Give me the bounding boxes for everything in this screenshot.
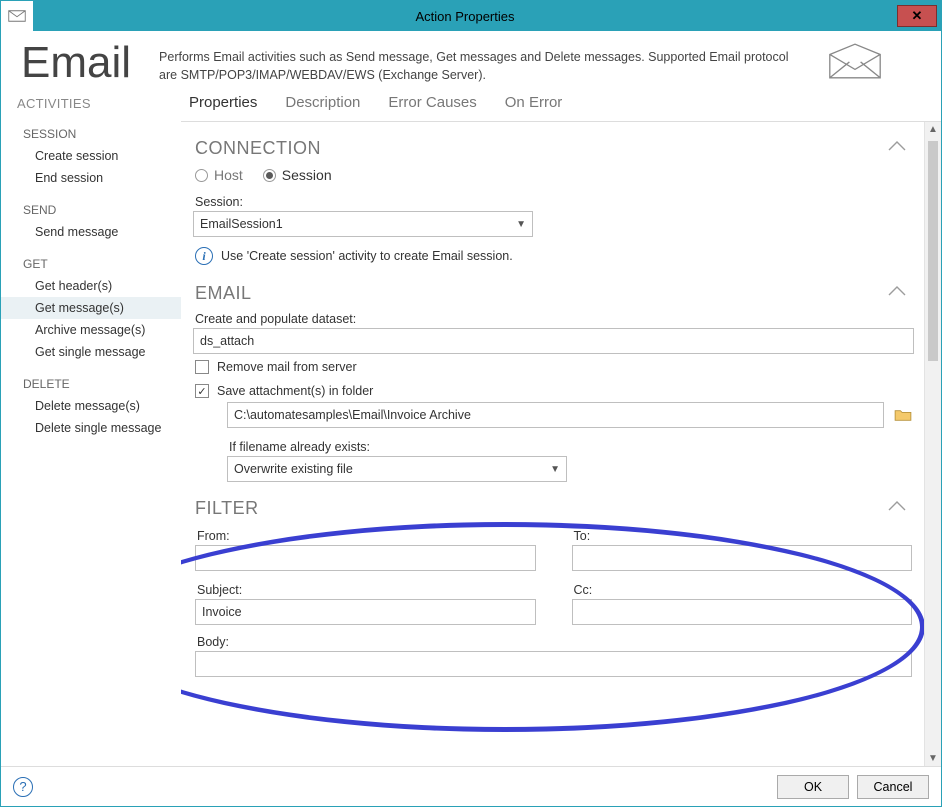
sidebar-group-get: GET <box>1 251 181 275</box>
sidebar-item-get-messages[interactable]: Get message(s) <box>1 297 181 319</box>
window-title: Action Properties <box>33 9 897 24</box>
chevron-up-icon <box>886 139 908 158</box>
subject-input[interactable] <box>195 599 536 625</box>
folder-icon <box>894 408 912 422</box>
from-label: From: <box>195 525 536 545</box>
envelope-icon <box>8 9 26 23</box>
activities-sidebar: ACTIVITIES SESSION Create session End se… <box>1 92 181 766</box>
scroll-thumb[interactable] <box>928 141 938 361</box>
help-button[interactable]: ? <box>13 777 33 797</box>
titlebar: Action Properties ✕ <box>1 1 941 31</box>
radio-icon <box>195 169 208 182</box>
sidebar-item-delete-messages[interactable]: Delete message(s) <box>1 395 181 417</box>
cc-label: Cc: <box>572 579 913 599</box>
chevron-up-icon <box>886 284 908 303</box>
tab-bar: Properties Description Error Causes On E… <box>181 92 941 121</box>
caret-down-icon: ▼ <box>516 219 526 230</box>
filename-exists-value: Overwrite existing file <box>234 462 353 476</box>
close-icon: ✕ <box>912 8 923 24</box>
page-title: Email <box>21 41 131 85</box>
page-description: Performs Email activities such as Send m… <box>159 41 799 84</box>
sidebar-group-send: SEND <box>1 197 181 221</box>
vertical-scrollbar[interactable]: ▲ ▼ <box>924 122 941 766</box>
cc-input[interactable] <box>572 599 913 625</box>
filename-exists-label: If filename already exists: <box>227 436 914 456</box>
attachments-folder-input[interactable] <box>227 402 884 428</box>
section-filter-header[interactable]: FILTER <box>193 492 914 523</box>
caret-down-icon: ▼ <box>550 464 560 475</box>
scroll-track[interactable] <box>925 137 941 751</box>
info-icon: i <box>195 247 213 265</box>
section-email-header[interactable]: EMAIL <box>193 277 914 308</box>
save-attachments-checkbox[interactable] <box>195 384 209 398</box>
save-attachments-label: Save attachment(s) in folder <box>217 384 373 398</box>
sidebar-item-get-headers[interactable]: Get header(s) <box>1 275 181 297</box>
remove-mail-label: Remove mail from server <box>217 360 357 374</box>
ok-button[interactable]: OK <box>777 775 849 799</box>
subject-label: Subject: <box>195 579 536 599</box>
session-label: Session: <box>193 191 914 211</box>
tab-error-causes[interactable]: Error Causes <box>388 94 476 111</box>
sidebar-group-delete: DELETE <box>1 371 181 395</box>
dialog-footer: ? OK Cancel <box>1 766 941 806</box>
properties-panel: CONNECTION Host Session Session: EmailSe… <box>181 122 924 766</box>
session-select[interactable]: EmailSession1 ▼ <box>193 211 533 237</box>
scroll-up-arrow[interactable]: ▲ <box>928 122 938 137</box>
sidebar-item-get-single-message[interactable]: Get single message <box>1 341 181 363</box>
to-label: To: <box>572 525 913 545</box>
sidebar-item-create-session[interactable]: Create session <box>1 145 181 167</box>
sidebar-item-end-session[interactable]: End session <box>1 167 181 189</box>
sidebar-item-archive-messages[interactable]: Archive message(s) <box>1 319 181 341</box>
scroll-down-arrow[interactable]: ▼ <box>928 751 938 766</box>
header: Email Performs Email activities such as … <box>1 31 941 92</box>
body-input[interactable] <box>195 651 912 677</box>
sidebar-item-send-message[interactable]: Send message <box>1 221 181 243</box>
sidebar-item-delete-single-message[interactable]: Delete single message <box>1 417 181 439</box>
radio-host[interactable]: Host <box>195 167 243 183</box>
close-button[interactable]: ✕ <box>897 5 937 27</box>
radio-session[interactable]: Session <box>263 167 332 183</box>
radio-icon <box>263 169 276 182</box>
filename-exists-select[interactable]: Overwrite existing file ▼ <box>227 456 567 482</box>
dataset-input[interactable] <box>193 328 914 354</box>
section-email-label: EMAIL <box>195 283 252 304</box>
app-icon <box>1 1 33 31</box>
cancel-button[interactable]: Cancel <box>857 775 929 799</box>
browse-folder-button[interactable] <box>892 404 914 426</box>
tab-description[interactable]: Description <box>285 94 360 111</box>
from-input[interactable] <box>195 545 536 571</box>
tab-properties[interactable]: Properties <box>189 94 257 111</box>
section-filter-label: FILTER <box>195 498 259 519</box>
dataset-label: Create and populate dataset: <box>193 308 914 328</box>
session-value: EmailSession1 <box>200 217 283 231</box>
to-input[interactable] <box>572 545 913 571</box>
chevron-up-icon <box>886 499 908 518</box>
envelope-large-icon <box>827 41 883 86</box>
session-hint: Use 'Create session' activity to create … <box>221 249 513 263</box>
section-connection-label: CONNECTION <box>195 138 321 159</box>
remove-mail-checkbox[interactable] <box>195 360 209 374</box>
tab-on-error[interactable]: On Error <box>505 94 563 111</box>
sidebar-title: ACTIVITIES <box>1 92 181 121</box>
sidebar-group-session: SESSION <box>1 121 181 145</box>
body-label: Body: <box>195 631 912 651</box>
section-connection-header[interactable]: CONNECTION <box>193 132 914 163</box>
